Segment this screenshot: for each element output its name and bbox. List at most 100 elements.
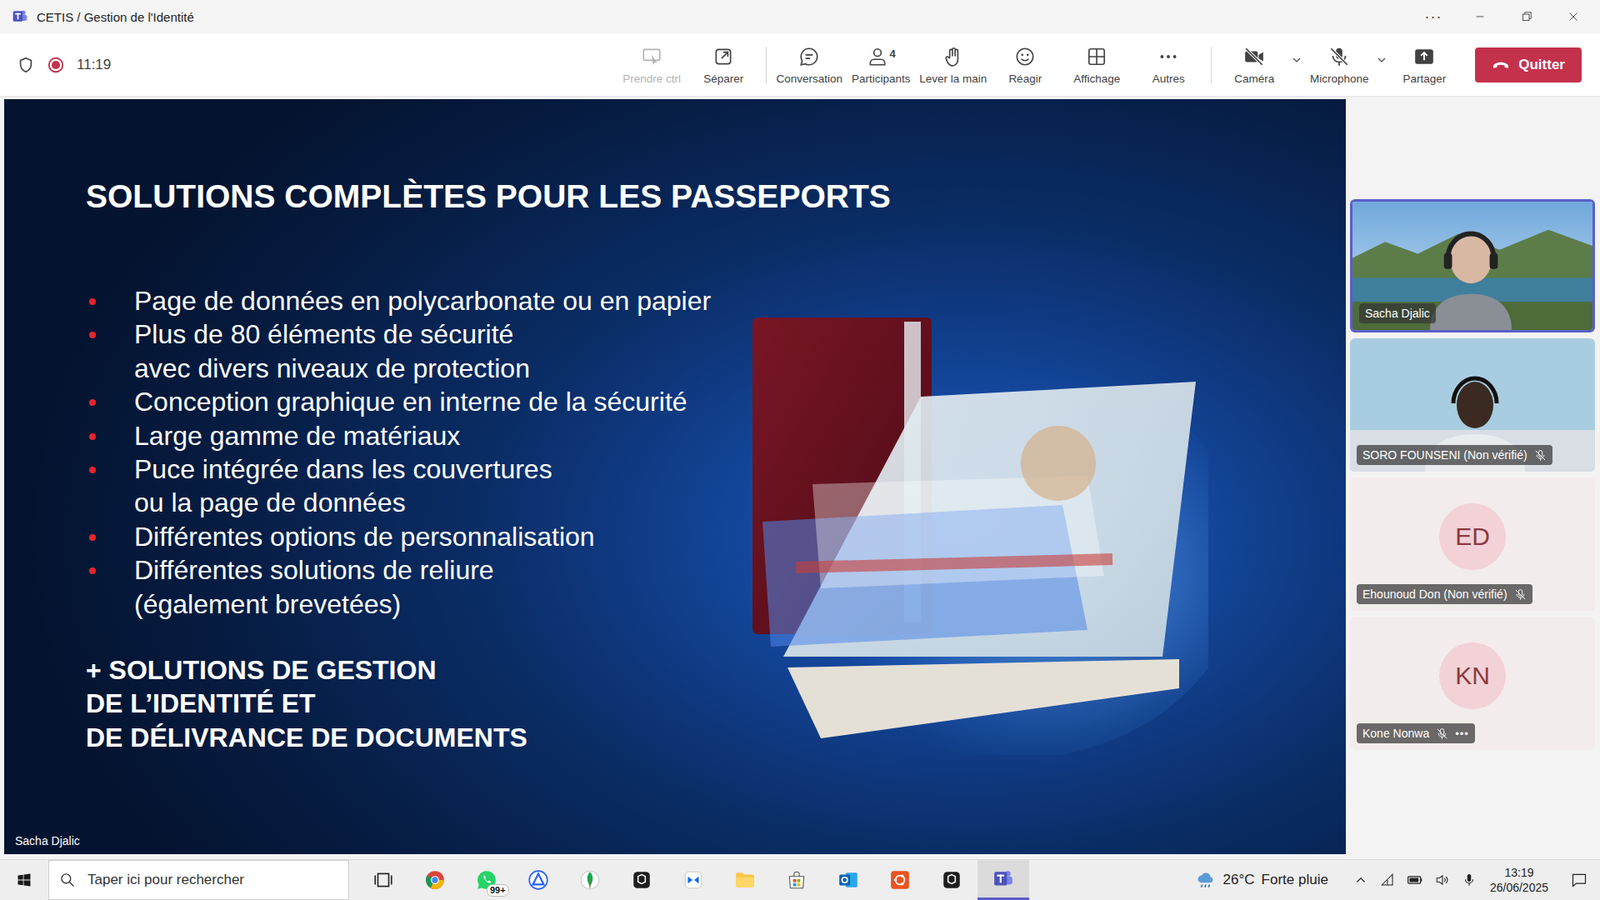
- search-input[interactable]: [85, 870, 339, 890]
- taskbar-app[interactable]: 99+: [460, 860, 513, 900]
- icon-row: [1085, 45, 1108, 69]
- hang-up-icon[interactable]: [1491, 55, 1510, 75]
- taskbar-app[interactable]: [564, 860, 616, 900]
- microphone-icon[interactable]: [1461, 872, 1477, 888]
- view-icon[interactable]: [1085, 45, 1108, 68]
- restore-button[interactable]: [1503, 0, 1550, 34]
- notification-center-button[interactable]: [1558, 860, 1600, 900]
- teams-icon[interactable]: [992, 868, 1015, 890]
- icon-row: [1243, 45, 1265, 69]
- button-label[interactable]: Autres: [1152, 72, 1185, 85]
- chevron-up-icon[interactable]: [1353, 872, 1369, 888]
- participant-tile[interactable]: Sacha Djalic: [1350, 199, 1595, 333]
- bullet-dot: [89, 534, 96, 541]
- taskbar-app[interactable]: [512, 860, 565, 900]
- button-label[interactable]: Microphone: [1310, 72, 1370, 85]
- taskbar-app[interactable]: [719, 860, 771, 900]
- popout-button[interactable]: Séparer: [687, 45, 760, 85]
- taskbar-app[interactable]: [357, 860, 410, 900]
- button-label[interactable]: Partager: [1402, 72, 1446, 85]
- chevron-down-icon[interactable]: [1375, 53, 1389, 67]
- store-icon[interactable]: [785, 869, 808, 891]
- close-button[interactable]: [1550, 0, 1597, 34]
- button-label[interactable]: Séparer: [703, 72, 744, 85]
- meeting-toolbar: 11:19Prendre ctrlSéparerConversation4Par…: [0, 33, 1600, 97]
- mic-button[interactable]: Microphone: [1303, 45, 1375, 85]
- camera-off-icon[interactable]: [1243, 45, 1265, 68]
- outlook-icon[interactable]: [837, 869, 860, 891]
- close-icon[interactable]: [1565, 9, 1581, 25]
- search-box[interactable]: [48, 860, 350, 900]
- taskview-icon[interactable]: [372, 869, 395, 891]
- taskbar-app[interactable]: [667, 860, 720, 900]
- react-icon[interactable]: [1014, 45, 1036, 68]
- taskbar-app[interactable]: [822, 860, 875, 900]
- taskbar-app[interactable]: [925, 860, 978, 900]
- more-options[interactable]: •••: [1455, 727, 1470, 740]
- blackbox-icon[interactable]: [630, 869, 653, 891]
- view-button[interactable]: Affichage: [1060, 45, 1133, 85]
- bullet-line: (également brevetées): [134, 587, 495, 621]
- notification-icon[interactable]: [1570, 871, 1588, 889]
- window-menu-button[interactable]: ···: [1410, 0, 1457, 34]
- share-button[interactable]: Partager: [1388, 45, 1460, 85]
- react-button[interactable]: Réagir: [989, 45, 1061, 85]
- mic-off-icon[interactable]: [1328, 45, 1350, 68]
- hand-icon[interactable]: [942, 45, 965, 68]
- button-label[interactable]: Lever la main: [919, 72, 987, 85]
- button-label[interactable]: Réagir: [1008, 72, 1042, 85]
- participant-tile[interactable]: SORO FOUNSENI (Non vérifié): [1350, 338, 1595, 472]
- folder-icon[interactable]: [734, 869, 756, 891]
- taskbar-app[interactable]: [977, 860, 1030, 900]
- participant-name: Kone Nonwa: [1362, 726, 1430, 740]
- taskbar-app[interactable]: [770, 860, 823, 900]
- participant-tile[interactable]: KNKone Nonwa•••: [1350, 616, 1595, 750]
- chrome-icon[interactable]: [424, 869, 446, 891]
- bluebox-icon[interactable]: [682, 869, 705, 891]
- battery-icon[interactable]: [1406, 871, 1424, 889]
- participant-label: SORO FOUNSENI (Non vérifié): [1356, 445, 1553, 465]
- camera-button[interactable]: Caméra: [1218, 45, 1290, 85]
- button-label[interactable]: Participants: [851, 72, 911, 85]
- volume-icon[interactable]: [1435, 872, 1450, 888]
- taskbar-app[interactable]: [874, 860, 926, 900]
- chevron-down-icon[interactable]: [1290, 53, 1304, 67]
- ubuntu-icon[interactable]: [889, 869, 911, 891]
- minimize-icon[interactable]: [1472, 9, 1488, 25]
- more-button[interactable]: Autres: [1132, 45, 1205, 85]
- hand-button[interactable]: Lever la main: [916, 45, 990, 85]
- mic-group: Microphone: [1303, 45, 1389, 85]
- button-label[interactable]: Conversation: [775, 72, 843, 85]
- icon-row: [798, 45, 820, 69]
- passport-image: [737, 317, 1209, 755]
- leaf-icon[interactable]: [579, 869, 601, 891]
- participant-tile[interactable]: EDEhounoud Don (Non vérifié): [1350, 477, 1595, 611]
- people-button[interactable]: 4Participants: [845, 45, 917, 85]
- clock[interactable]: 13:1926/06/2025: [1490, 865, 1549, 895]
- button-label[interactable]: Affichage: [1073, 72, 1120, 85]
- presenter-name: Sacha Djalic: [15, 834, 80, 848]
- weather-condition: Forte pluie: [1261, 871, 1329, 889]
- leave-button[interactable]: Quitter: [1475, 47, 1582, 83]
- more-icon[interactable]: [1157, 45, 1180, 68]
- taskbar-app[interactable]: [615, 860, 668, 900]
- triangle-icon[interactable]: [527, 869, 550, 891]
- weather-widget[interactable]: 26°CForte pluie: [1195, 869, 1329, 891]
- button-label: Prendre ctrl: [622, 72, 681, 85]
- restore-icon[interactable]: [1519, 9, 1535, 25]
- share-off-icon[interactable]: [1413, 45, 1435, 68]
- popout-icon[interactable]: [712, 45, 735, 68]
- leave-label[interactable]: Quitter: [1518, 56, 1565, 74]
- camera-group: Caméra: [1218, 45, 1304, 85]
- minimize-button[interactable]: [1456, 0, 1504, 34]
- network-icon[interactable]: [1380, 872, 1395, 888]
- chat-button[interactable]: Conversation: [773, 45, 845, 85]
- blackbox-icon[interactable]: [940, 869, 963, 891]
- button-label[interactable]: Caméra: [1234, 72, 1275, 85]
- windows-logo-icon[interactable]: [15, 871, 33, 889]
- chat-icon[interactable]: [798, 45, 820, 68]
- people-icon[interactable]: [866, 45, 889, 68]
- participant-label: Kone Nonwa •••: [1356, 723, 1475, 744]
- start-button[interactable]: [0, 860, 49, 900]
- taskbar-app[interactable]: [409, 860, 461, 900]
